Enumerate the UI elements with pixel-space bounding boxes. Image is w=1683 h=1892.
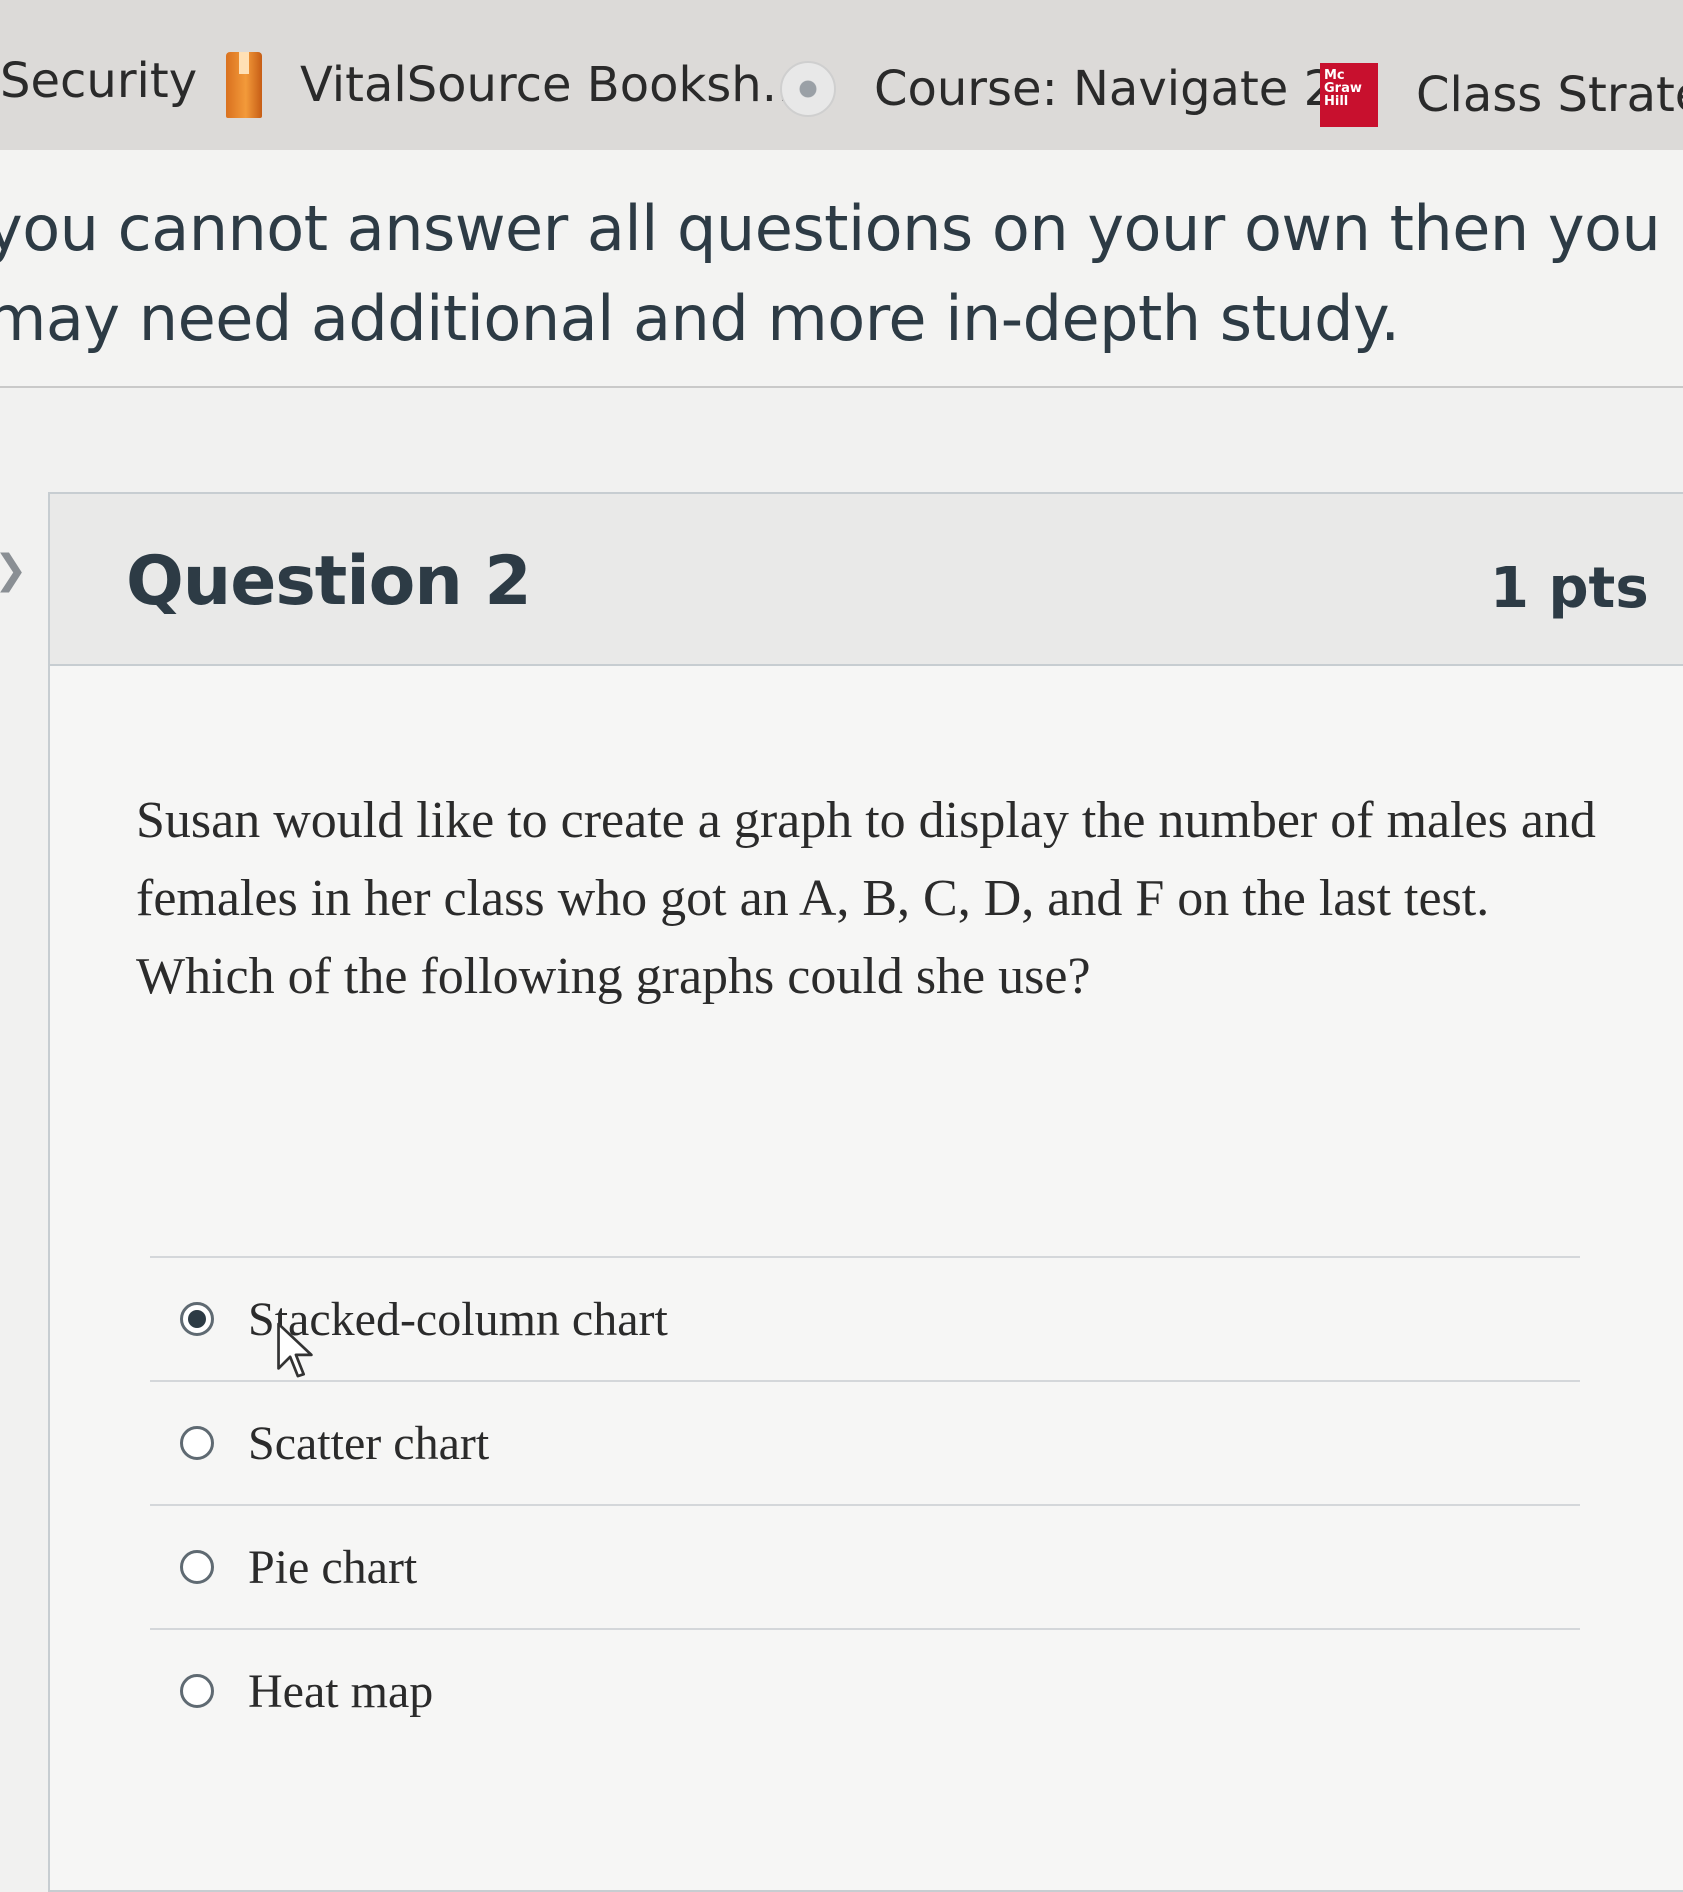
question-title: Question 2 xyxy=(126,542,532,621)
radio-button[interactable] xyxy=(180,1674,214,1708)
bookmark-course-navigate[interactable]: Course: Navigate 2... xyxy=(780,44,1380,134)
question-text: Susan would like to create a graph to di… xyxy=(136,792,1596,1005)
answer-label[interactable]: Heat map xyxy=(248,1664,433,1719)
answer-option-heat-map[interactable]: Heat map xyxy=(150,1628,1580,1752)
question-points: 1 pts xyxy=(1490,556,1649,621)
mouse-pointer-icon xyxy=(277,1322,313,1378)
bookmarks-bar: Security VitalSource Booksh... Course: N… xyxy=(0,0,1683,150)
bookmark-label: Class Strategic xyxy=(1416,67,1683,123)
bookmark-class-strategic[interactable]: Mc Graw Hill Class Strategic xyxy=(1320,50,1683,140)
bookmark-vitalsource[interactable]: VitalSource Booksh... xyxy=(226,40,807,130)
bookmark-label: Course: Navigate 2... xyxy=(874,61,1380,117)
answer-label[interactable]: Scatter chart xyxy=(248,1416,489,1471)
radio-button[interactable] xyxy=(180,1426,214,1460)
bookmark-label: VitalSource Booksh... xyxy=(300,57,808,113)
intro-section: you cannot answer all questions on your … xyxy=(0,150,1683,388)
answer-list: Stacked-column chart Scatter chart Pie c… xyxy=(150,1256,1580,1752)
answer-label[interactable]: Pie chart xyxy=(248,1540,417,1595)
globe-icon xyxy=(780,61,836,117)
question-header: Question 2 1 pts xyxy=(50,494,1683,666)
radio-button-selected[interactable] xyxy=(180,1302,214,1336)
bookmark-label: Security xyxy=(0,53,198,109)
mcgraw-hill-icon: Mc Graw Hill xyxy=(1320,63,1378,127)
answer-option-pie[interactable]: Pie chart xyxy=(150,1504,1580,1628)
book-icon xyxy=(226,52,262,118)
radio-button[interactable] xyxy=(180,1550,214,1584)
answer-option-scatter[interactable]: Scatter chart xyxy=(150,1380,1580,1504)
bookmark-security[interactable]: Security xyxy=(0,36,197,126)
intro-text: you cannot answer all questions on your … xyxy=(0,192,1661,355)
answer-option-stacked-column[interactable]: Stacked-column chart xyxy=(150,1256,1580,1380)
chevron-right-icon[interactable]: ❯ xyxy=(0,548,28,592)
